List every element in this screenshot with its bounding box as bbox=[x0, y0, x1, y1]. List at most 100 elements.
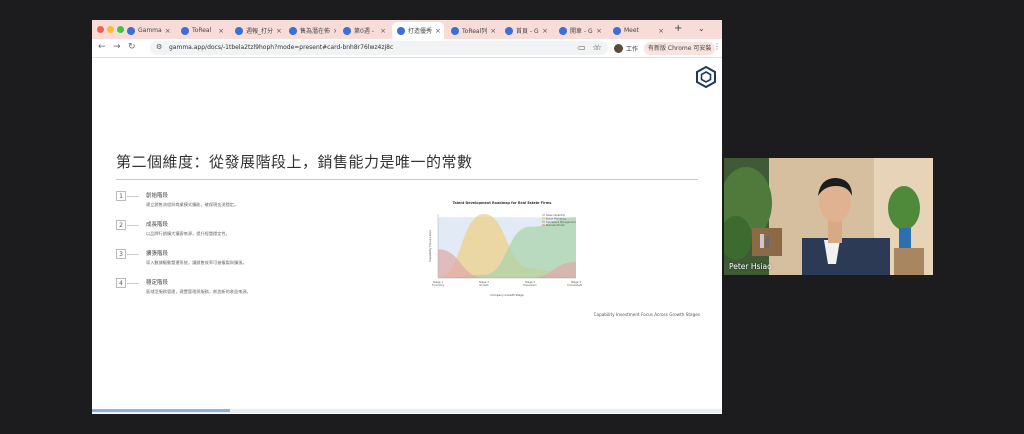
tab-close-icon[interactable]: × bbox=[333, 27, 336, 35]
star-icon[interactable]: ☆ bbox=[592, 43, 599, 52]
tab-label: 開車 - G bbox=[570, 28, 593, 35]
tab-label: ToReal列 bbox=[462, 28, 488, 35]
stage-description: 建立銷售流程與商業模式擴能，確保現金流穩定。 bbox=[146, 202, 239, 207]
roadmap-chart: Talent Development Roadmap for Real Esta… bbox=[422, 198, 585, 306]
stage-item: 1 創始階段 建立銷售流程與商業模式擴能，確保現金流穩定。 bbox=[116, 191, 316, 217]
presentation-slide: 第二個維度：從發展階段上，銷售能力是唯一的常數 1 創始階段 建立銷售流程與商業… bbox=[92, 58, 722, 414]
url-text[interactable]: gamma.app/docs/-1tbela2tzl9hoph?mode=pre… bbox=[169, 44, 393, 51]
x-tick-label: Consolidation bbox=[567, 283, 582, 287]
tab-favicon-icon bbox=[559, 26, 567, 35]
stage-name: 穩定階段 bbox=[146, 280, 169, 286]
webcam-video bbox=[724, 158, 933, 275]
tab-close-icon[interactable]: × bbox=[218, 27, 224, 35]
tab-bar: Gamma × ToReal × 週報_打分 × 售為潛在佈 × 第0週 - × 打造優秀 × ToRe… bbox=[92, 20, 722, 39]
stage-description: 導入數據驅動營運系統，讓銷售效率可被複製與擴張。 bbox=[146, 260, 247, 265]
stage-name: 成長階段 bbox=[146, 222, 169, 228]
browser-tab[interactable]: 售為潛在佈 × bbox=[284, 22, 336, 39]
browser-tab[interactable]: 首頁 - G × bbox=[500, 22, 552, 39]
tab-close-icon[interactable]: × bbox=[490, 27, 496, 35]
tab-close-icon[interactable]: × bbox=[165, 27, 171, 35]
stage-name: 創始階段 bbox=[146, 193, 169, 199]
browser-tab[interactable]: ToReal × bbox=[176, 22, 228, 39]
x-tick-label: Founding bbox=[432, 283, 444, 287]
tab-close-icon[interactable]: × bbox=[658, 27, 664, 35]
tab-label: ToReal bbox=[192, 27, 212, 34]
stage-connector bbox=[127, 225, 139, 226]
stage-connector bbox=[127, 283, 139, 284]
minimize-window-button[interactable] bbox=[107, 26, 114, 33]
browser-tab[interactable]: 週報_打分 × bbox=[230, 22, 282, 39]
cast-icon[interactable]: ▭ bbox=[578, 43, 586, 52]
tab-favicon-icon bbox=[235, 26, 243, 35]
new-tab-button[interactable]: + bbox=[674, 23, 682, 34]
desktop-stage: Gamma × ToReal × 週報_打分 × 售為潛在佈 × 第0週 - × 打造優秀 × ToRe… bbox=[0, 0, 1024, 434]
browser-tab[interactable]: 第0週 - × bbox=[338, 22, 390, 39]
stage-number: 2 bbox=[116, 220, 126, 230]
browser-tab[interactable]: ToReal列 × bbox=[446, 22, 498, 39]
tab-close-icon[interactable]: × bbox=[596, 27, 602, 35]
profile-button[interactable]: 工作 bbox=[610, 42, 642, 55]
browser-tab[interactable]: Meet × bbox=[608, 22, 668, 39]
profile-label: 工作 bbox=[626, 46, 639, 53]
slide-progress-strip bbox=[92, 409, 722, 413]
tab-favicon-icon bbox=[289, 26, 297, 35]
omnibox[interactable]: ⚙ gamma.app/docs/-1tbela2tzl9hoph?mode=p… bbox=[150, 41, 608, 55]
gamma-logo-icon bbox=[696, 66, 716, 88]
stage-connector bbox=[127, 196, 139, 197]
avatar bbox=[614, 44, 623, 53]
stage-name: 擴張階段 bbox=[146, 251, 169, 257]
tab-favicon-icon bbox=[613, 26, 621, 35]
tab-label: 打造優秀 bbox=[408, 28, 433, 35]
stage-description: 以品牌行銷擴大獲客來源，提升經營穩定性。 bbox=[146, 231, 230, 236]
tab-label: Meet bbox=[624, 27, 639, 34]
tab-favicon-icon bbox=[451, 26, 459, 35]
tab-close-icon[interactable]: × bbox=[380, 27, 386, 35]
legend-swatch bbox=[542, 220, 545, 223]
stage-number: 1 bbox=[116, 191, 126, 201]
stage-item: 2 成長階段 以品牌行銷擴大獲客來源，提升經營穩定性。 bbox=[116, 220, 316, 246]
slide-caption: Capability Investment Focus Across Growt… bbox=[593, 312, 700, 317]
stage-number: 3 bbox=[116, 249, 126, 259]
close-window-button[interactable] bbox=[97, 26, 104, 33]
menu-kebab-icon[interactable]: ⋮ bbox=[713, 42, 721, 51]
address-bar: ← → ↻ ⚙ gamma.app/docs/-1tbela2tzl9hoph?… bbox=[92, 39, 722, 58]
forward-icon[interactable]: → bbox=[113, 42, 121, 52]
stage-description: 區域型服務管理，建置管理與服務，創造新的收益來源。 bbox=[146, 289, 251, 294]
tab-label: 週報_打分 bbox=[246, 28, 274, 35]
update-chrome-button[interactable]: 有新版 Chrome 可安裝 bbox=[644, 42, 716, 55]
site-info-icon[interactable]: ⚙ bbox=[156, 43, 162, 51]
stage-number: 4 bbox=[116, 278, 126, 288]
title-divider bbox=[116, 179, 698, 180]
x-tick-label: Growth bbox=[479, 283, 489, 287]
chart-title: Talent Development Roadmap for Real Esta… bbox=[453, 201, 552, 205]
tab-favicon-icon bbox=[343, 26, 351, 35]
reload-icon[interactable]: ↻ bbox=[128, 42, 136, 52]
chart-svg: Talent Development Roadmap for Real Esta… bbox=[428, 201, 585, 297]
browser-tab[interactable]: Gamma × bbox=[122, 22, 174, 39]
tab-label: 第0週 - bbox=[354, 28, 374, 35]
slide-title: 第二個維度：從發展階段上，銷售能力是唯一的常數 bbox=[116, 153, 473, 171]
tab-favicon-icon bbox=[505, 26, 513, 35]
tab-search-icon[interactable]: ⌄ bbox=[698, 24, 705, 33]
x-tick-label: Expansion bbox=[523, 283, 537, 287]
stage-item: 3 擴張階段 導入數據驅動營運系統，讓銷售效率可被複製與擴張。 bbox=[116, 249, 316, 275]
stage-connector bbox=[127, 254, 139, 255]
browser-tab[interactable]: 開車 - G × bbox=[554, 22, 606, 39]
browser-tab[interactable]: 打造優秀 × bbox=[392, 22, 444, 39]
legend-swatch bbox=[542, 214, 545, 216]
tab-close-icon[interactable]: × bbox=[435, 27, 441, 35]
stage-item: 4 穩定階段 區域型服務管理，建置管理與服務，創造新的收益來源。 bbox=[116, 278, 316, 304]
tab-favicon-icon bbox=[397, 26, 405, 35]
tab-close-icon[interactable]: × bbox=[542, 27, 548, 35]
browser-window: Gamma × ToReal × 週報_打分 × 售為潛在佈 × 第0週 - × 打造優秀 × ToRe… bbox=[92, 20, 722, 414]
back-icon[interactable]: ← bbox=[98, 42, 106, 52]
tab-label: Gamma bbox=[138, 27, 162, 34]
legend-swatch bbox=[542, 224, 545, 227]
webcam-tile: Peter Hsiao bbox=[724, 158, 933, 275]
tab-label: 首頁 - G bbox=[516, 28, 539, 35]
legend-swatch bbox=[542, 217, 545, 220]
x-axis-label: Company Growth Stage bbox=[490, 293, 524, 297]
legend-label: Business Model bbox=[546, 224, 565, 227]
tab-label: 售為潛在佈 bbox=[300, 28, 331, 35]
tab-close-icon[interactable]: × bbox=[276, 27, 282, 35]
